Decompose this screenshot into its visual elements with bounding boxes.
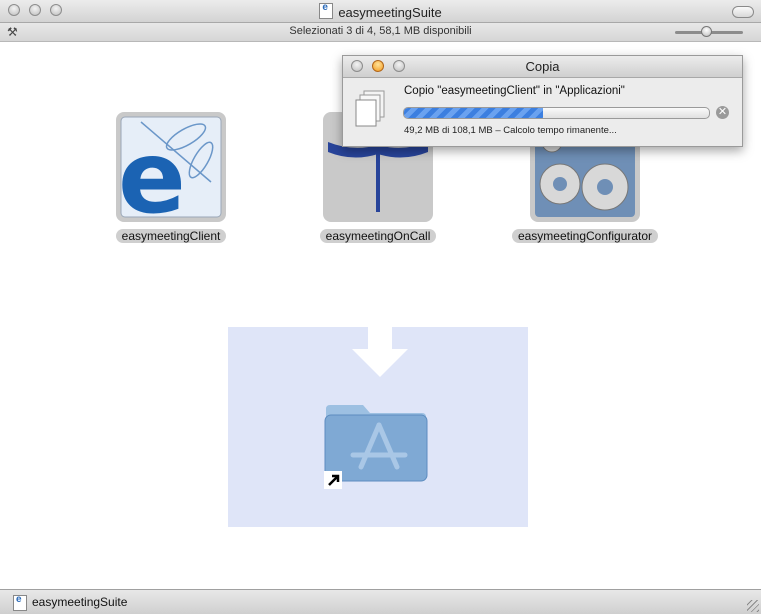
app-label: easymeetingConfigurator bbox=[511, 229, 659, 243]
document-icon bbox=[13, 594, 27, 611]
window-titlebar: easymeetingSuite bbox=[0, 0, 761, 23]
info-bar: ⚒ Selezionati 3 di 4, 58,1 MB disponibil… bbox=[0, 23, 761, 42]
window-title-text: easymeetingSuite bbox=[338, 5, 442, 20]
copy-dialog: Copia Copio "easymeetingClient" in "Appl… bbox=[342, 55, 743, 147]
easymeeting-client-icon[interactable]: e bbox=[116, 112, 226, 236]
stop-copy-icon[interactable]: ✕ bbox=[716, 106, 729, 119]
copy-status: 49,2 MB di 108,1 MB – Calcolo tempo rima… bbox=[404, 125, 617, 136]
status-bar: easymeetingSuite bbox=[0, 589, 761, 614]
applications-drop-zone[interactable] bbox=[228, 327, 528, 527]
status-bar-label: easymeetingSuite bbox=[32, 595, 128, 609]
app-label: easymeetingClient bbox=[115, 229, 227, 243]
alias-arrow-icon bbox=[324, 471, 342, 489]
slider-knob[interactable] bbox=[701, 26, 712, 37]
copy-progress-bar bbox=[403, 107, 710, 119]
down-arrow-icon bbox=[352, 327, 408, 377]
progress-fill bbox=[404, 108, 543, 118]
svg-text:e: e bbox=[118, 119, 186, 222]
window-title: easymeetingSuite bbox=[0, 2, 761, 20]
applications-folder-icon[interactable] bbox=[324, 405, 428, 482]
icon-size-slider[interactable] bbox=[675, 26, 743, 37]
documents-icon bbox=[355, 90, 387, 130]
app-label: easymeetingOnCall bbox=[319, 229, 437, 243]
dialog-titlebar: Copia bbox=[343, 56, 742, 78]
document-icon bbox=[319, 2, 334, 19]
resize-grip[interactable] bbox=[747, 600, 759, 612]
dialog-title: Copia bbox=[525, 59, 560, 74]
app-item-easymeetingclient[interactable]: e easymeetingClient bbox=[86, 112, 256, 243]
toolbar-toggle-button[interactable] bbox=[732, 6, 754, 18]
copy-message: Copio "easymeetingClient" in "Applicazio… bbox=[404, 85, 625, 97]
selection-info: Selezionati 3 di 4, 58,1 MB disponibili bbox=[289, 25, 472, 37]
